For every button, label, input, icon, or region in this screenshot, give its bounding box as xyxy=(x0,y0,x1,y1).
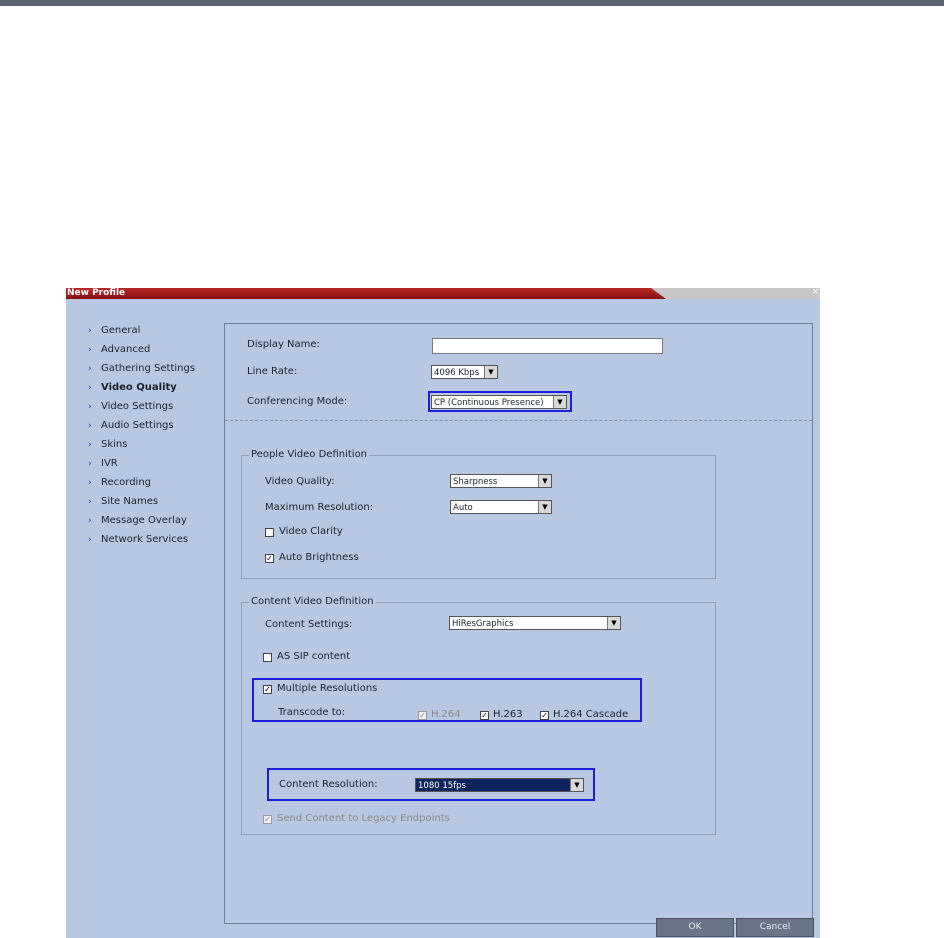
sidebar-item-label: Message Overlay xyxy=(101,515,187,526)
sidebar-item-message-overlay[interactable]: › Message Overlay xyxy=(88,514,187,528)
sidebar-item-audio-settings[interactable]: › Audio Settings xyxy=(88,419,174,433)
conferencing-mode-label: Conferencing Mode: xyxy=(247,396,348,407)
max-resolution-value: Auto xyxy=(453,503,473,513)
sidebar-item-network-services[interactable]: › Network Services xyxy=(88,533,188,547)
chevron-right-icon: › xyxy=(88,516,92,526)
sidebar-item-ivr[interactable]: › IVR xyxy=(88,457,118,471)
chevron-right-icon: › xyxy=(88,478,92,488)
display-name-label: Display Name: xyxy=(247,339,320,350)
chevron-right-icon: › xyxy=(88,326,92,336)
cancel-button[interactable]: Cancel xyxy=(736,918,814,937)
max-resolution-label: Maximum Resolution: xyxy=(265,502,374,513)
settings-panel: Display Name: Line Rate: 4096 Kbps ▼ Con… xyxy=(224,323,813,924)
chevron-down-icon[interactable]: ▼ xyxy=(538,475,551,487)
auto-brightness-label: Auto Brightness xyxy=(279,552,359,563)
sidebar-item-label: Skins xyxy=(101,439,128,450)
chevron-right-icon: › xyxy=(88,535,92,545)
sidebar-item-label: Network Services xyxy=(101,534,189,545)
highlight-box-multiple-resolutions xyxy=(252,678,642,722)
sidebar-item-label: Video Quality xyxy=(101,382,177,393)
chevron-right-icon: › xyxy=(88,402,92,412)
sidebar-item-label: Recording xyxy=(101,477,152,488)
video-quality-value: Sharpness xyxy=(453,477,498,487)
titlebar-accent xyxy=(66,288,666,299)
video-quality-select[interactable]: Sharpness ▼ xyxy=(450,474,552,488)
video-clarity-checkbox[interactable] xyxy=(265,528,274,537)
sidebar-item-recording[interactable]: › Recording xyxy=(88,476,151,490)
section-divider xyxy=(225,420,812,421)
highlight-box-conferencing-mode xyxy=(428,391,572,412)
chevron-right-icon: › xyxy=(88,459,92,469)
people-video-title: People Video Definition xyxy=(249,449,370,460)
sidebar-item-label: Audio Settings xyxy=(101,420,174,431)
sidebar-item-skins[interactable]: › Skins xyxy=(88,438,127,452)
line-rate-value: 4096 Kbps xyxy=(434,368,480,378)
chevron-right-icon: › xyxy=(88,345,92,355)
dialog-title: New Profile xyxy=(67,288,126,298)
sidebar-item-label: Advanced xyxy=(101,344,151,355)
chevron-right-icon: › xyxy=(88,421,92,431)
sidebar-item-site-names[interactable]: › Site Names xyxy=(88,495,158,509)
chevron-right-icon: › xyxy=(88,440,92,450)
sidebar-item-label: Gathering Settings xyxy=(101,363,196,374)
sidebar-item-video-quality[interactable]: › Video Quality xyxy=(88,381,177,395)
max-resolution-select[interactable]: Auto ▼ xyxy=(450,500,552,514)
display-name-input[interactable] xyxy=(432,338,663,354)
chevron-right-icon: › xyxy=(88,364,92,374)
close-icon[interactable]: × xyxy=(811,288,819,297)
sidebar-item-advanced[interactable]: › Advanced xyxy=(88,343,150,357)
chevron-down-icon[interactable]: ▼ xyxy=(607,617,620,629)
new-profile-dialog: New Profile × › General › Advanced › Gather… xyxy=(66,288,820,938)
sidebar-item-label: IVR xyxy=(101,458,118,469)
content-video-group: Content Video Definition Content Setting… xyxy=(241,596,716,835)
content-settings-select[interactable]: HiResGraphics ▼ xyxy=(449,616,621,630)
video-quality-label: Video Quality: xyxy=(265,476,335,487)
highlight-box-content-resolution xyxy=(267,768,595,801)
ok-button[interactable]: OK xyxy=(656,918,734,937)
sidebar-item-general[interactable]: › General xyxy=(88,324,140,338)
chevron-right-icon: › xyxy=(88,497,92,507)
top-header-bar xyxy=(0,0,944,6)
content-settings-value: HiResGraphics xyxy=(452,619,514,629)
content-video-title: Content Video Definition xyxy=(249,596,376,607)
content-settings-label: Content Settings: xyxy=(265,619,353,630)
line-rate-select[interactable]: 4096 Kbps ▼ xyxy=(431,365,498,379)
as-sip-label: AS SIP content xyxy=(277,651,351,662)
video-clarity-label: Video Clarity xyxy=(279,526,343,537)
sidebar-item-video-settings[interactable]: › Video Settings xyxy=(88,400,173,414)
dialog-button-bar: OK Cancel xyxy=(66,916,820,938)
chevron-right-icon: › xyxy=(88,383,92,393)
dialog-titlebar: New Profile × xyxy=(66,288,820,299)
chevron-down-icon[interactable]: ▼ xyxy=(484,366,497,378)
sidebar-item-label: Site Names xyxy=(101,496,159,507)
people-video-group: People Video Definition Video Quality: S… xyxy=(241,449,716,579)
chevron-down-icon[interactable]: ▼ xyxy=(538,501,551,513)
sidebar-item-label: General xyxy=(101,325,141,336)
sidebar-item-label: Video Settings xyxy=(101,401,174,412)
line-rate-label: Line Rate: xyxy=(247,366,298,377)
auto-brightness-checkbox[interactable]: ✓ xyxy=(265,554,274,563)
as-sip-checkbox[interactable] xyxy=(263,653,272,662)
sidebar-item-gathering-settings[interactable]: › Gathering Settings xyxy=(88,362,195,376)
send-legacy-checkbox[interactable]: ✓ xyxy=(263,815,272,824)
send-legacy-label: Send Content to Legacy Endpoints xyxy=(277,813,450,824)
